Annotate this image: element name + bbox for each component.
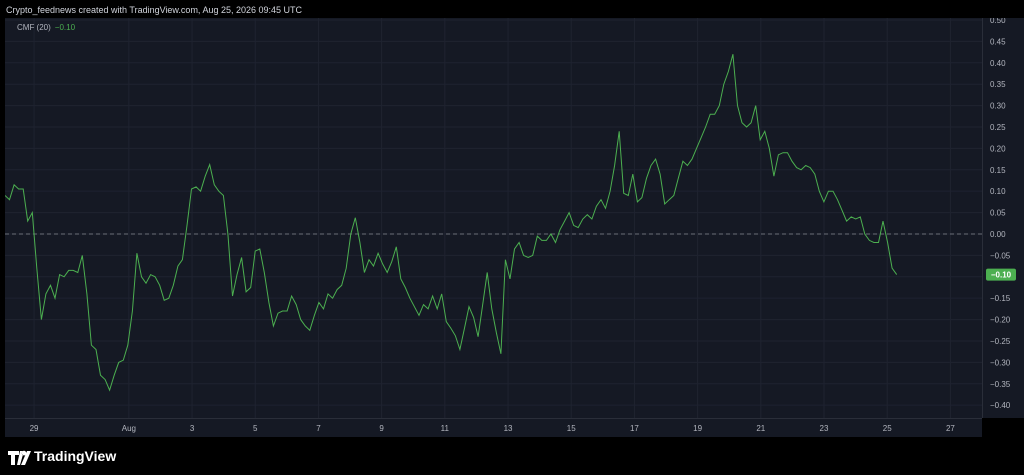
x-tick-label: 21 [756,424,765,433]
indicator-value: −0.10 [54,23,76,32]
y-tick-label: 0.05 [990,209,1006,218]
time-axis-labels: 29 Aug 3 5 7 9 11 13 15 17 19 21 23 25 27 [30,424,956,433]
last-value-label: −0.10 [991,271,1012,280]
x-tick-label: 15 [567,424,576,433]
x-tick-label: 25 [883,424,892,433]
y-tick-label: 0.50 [990,18,1006,25]
x-tick-label: 7 [316,424,321,433]
price-axis[interactable]: 0.50 0.45 0.40 0.35 0.30 0.25 0.20 0.15 0.10 0.05… [982,18,1024,418]
y-tick-label: 0.00 [990,230,1006,239]
header: Crypto_feednews created with TradingView… [0,0,1024,18]
cmf-series-line [5,54,898,392]
x-tick-label: 17 [630,424,639,433]
y-tick-label: −0.30 [990,358,1011,367]
y-tick-label: 0.25 [990,123,1006,132]
x-tick-label: 3 [190,424,195,433]
y-tick-label: 0.10 [990,187,1006,196]
y-tick-label: −0.35 [990,380,1011,389]
y-tick-label: −0.20 [990,316,1011,325]
plot-area[interactable]: CMF (20) −0.10 [5,18,982,418]
indicator-name: CMF (20) [17,23,51,32]
x-tick-label: 29 [30,424,39,433]
attribution-text: Crypto_feednews created with TradingView… [6,5,303,15]
chart-frame: CMF (20) −0.10 0.50 0.45 0.40 0.35 0.30 0.25 0.… [0,18,1024,440]
y-tick-label: −0.05 [990,251,1011,260]
brand-name: TradingView [34,448,117,464]
footer: TradingView [0,440,1024,475]
x-tick-label: 5 [253,424,258,433]
y-tick-label: 0.40 [990,59,1006,68]
x-tick-label: 11 [441,424,450,433]
y-tick-label: −0.40 [990,401,1011,410]
y-tick-label: 0.45 [990,37,1006,46]
y-tick-label: −0.25 [990,337,1011,346]
x-tick-label: 13 [504,424,513,433]
price-axis-labels: 0.50 0.45 0.40 0.35 0.30 0.25 0.20 0.15 0.10 0.05… [986,18,1016,410]
x-tick-label: Aug [122,424,136,433]
cmf-plot [5,18,982,418]
y-tick-label: 0.20 [990,144,1006,153]
x-tick-label: 27 [946,424,955,433]
indicator-legend[interactable]: CMF (20) −0.10 [17,23,75,32]
x-tick-label: 19 [693,424,702,433]
x-tick-label: 23 [820,424,829,433]
y-tick-label: 0.35 [990,80,1006,89]
y-tick-label: 0.15 [990,166,1006,175]
tradingview-logo-icon[interactable] [8,449,32,467]
y-tick-label: −0.15 [990,294,1011,303]
time-axis[interactable]: 29 Aug 3 5 7 9 11 13 15 17 19 21 23 25 27 [5,418,982,437]
y-tick-label: 0.30 [990,102,1006,111]
x-tick-label: 9 [379,424,384,433]
